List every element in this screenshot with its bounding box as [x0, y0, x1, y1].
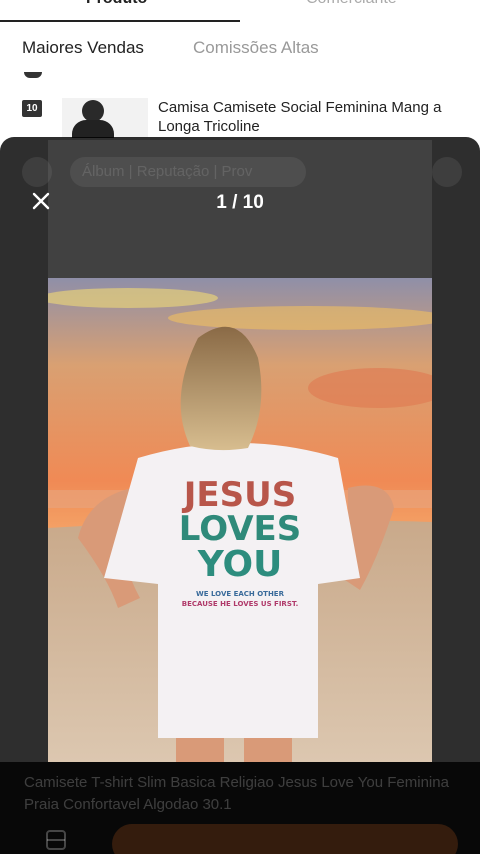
tab-produto[interactable]: Produto — [86, 0, 147, 8]
product-thumbnail — [62, 98, 148, 138]
ghost-tabs-text: Álbum | Reputação | Prov — [82, 163, 253, 180]
back-icon — [22, 157, 52, 187]
product-photo: JESUS LOVES YOU WE LOVE EACH OTHER BECAU… — [48, 278, 432, 762]
image-counter: 1 / 10 — [216, 192, 264, 213]
active-tab-underline — [0, 20, 240, 22]
tab-comissoes-altas[interactable]: Comissões Altas — [193, 38, 319, 58]
print-small-2: BECAUSE HE LOVES US FIRST. — [182, 600, 298, 608]
ghost-action-button — [112, 824, 458, 854]
top-tab-bar: Produto Comerciante — [0, 0, 480, 24]
product-title: Camisa Camisete Social Feminina Mang a L… — [158, 99, 442, 135]
more-icon — [432, 157, 462, 187]
list-item[interactable]: 10 Camisa Camisete Social Feminina Mang … — [0, 98, 480, 138]
tab-maiores-vendas[interactable]: Maiores Vendas — [22, 38, 144, 58]
ghost-header: Álbum | Reputação | Prov — [22, 157, 462, 187]
product-image[interactable]: JESUS LOVES YOU WE LOVE EACH OTHER BECAU… — [48, 278, 432, 762]
screen: Produto Comerciante Maiores Vendas Comis… — [0, 0, 480, 854]
product-caption: Camisete T-shirt Slim Basica Religiao Je… — [24, 774, 449, 813]
print-line-3: YOU — [197, 544, 283, 585]
print-small-1: WE LOVE EACH OTHER — [196, 590, 285, 598]
caption-bar: Camisete T-shirt Slim Basica Religiao Je… — [0, 762, 480, 854]
rank-badge: 10 — [22, 100, 42, 117]
print-line-2: LOVES — [179, 509, 301, 549]
sub-tab-bar: Maiores Vendas Comissões Altas — [0, 38, 480, 62]
rank-badge-remnant — [24, 72, 42, 78]
store-icon[interactable] — [44, 828, 68, 852]
tab-comerciante[interactable]: Comerciante — [306, 0, 397, 8]
